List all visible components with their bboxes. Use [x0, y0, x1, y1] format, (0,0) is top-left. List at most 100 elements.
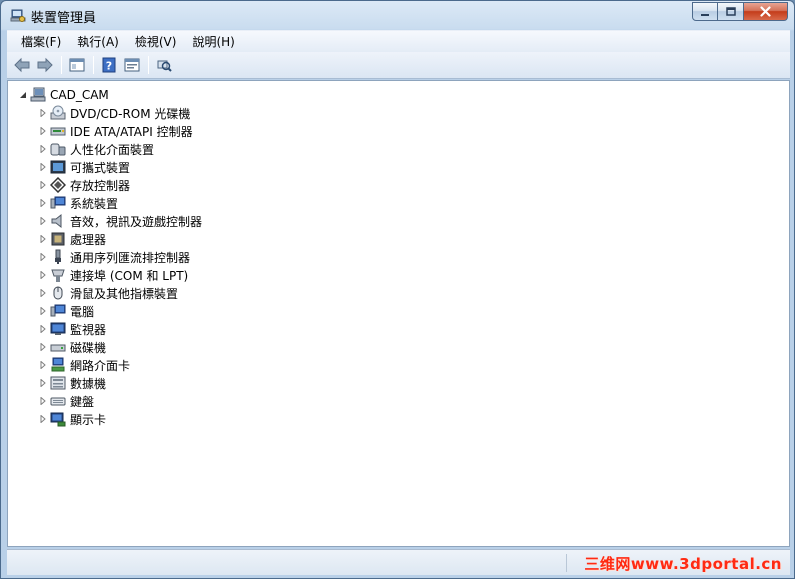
- tree-root[interactable]: CAD_CAM: [18, 86, 109, 104]
- item-label: 電腦: [70, 304, 95, 319]
- device-manager-icon: [10, 9, 26, 22]
- expand-arrow-icon[interactable]: [38, 216, 48, 226]
- window-title: 裝置管理員: [31, 11, 97, 26]
- item-label: 監視器: [70, 322, 107, 337]
- expand-arrow-icon[interactable]: [38, 126, 48, 136]
- title-bar[interactable]: 裝置管理員: [1, 1, 794, 29]
- computer-icon: [30, 87, 46, 102]
- tree-item-system[interactable]: 系統裝置: [38, 194, 118, 212]
- expand-arrow-icon[interactable]: [38, 396, 48, 406]
- maximize-icon: [725, 6, 736, 16]
- item-label: DVD/CD-ROM 光碟機: [70, 106, 191, 121]
- tree-item-hid[interactable]: 人性化介面裝置: [38, 140, 154, 158]
- svg-text:?: ?: [106, 60, 112, 73]
- back-arrow-icon: [14, 57, 30, 73]
- expand-arrow-icon[interactable]: [38, 198, 48, 208]
- menu-action[interactable]: 執行(A): [69, 32, 127, 52]
- network-adapter-icon: [51, 357, 65, 372]
- toolbar-separator: [148, 56, 149, 74]
- item-label: 通用序列匯流排控制器: [70, 250, 191, 265]
- storage-controller-icon: [50, 177, 66, 193]
- item-label: 可攜式裝置: [70, 160, 131, 175]
- tree-item-keyboards[interactable]: 鍵盤: [38, 392, 94, 410]
- system-device-icon: [50, 196, 66, 209]
- root-label: CAD_CAM: [50, 88, 109, 102]
- tree-item-ide-ata-atapi[interactable]: IDE ATA/ATAPI 控制器: [38, 122, 193, 140]
- toolbar-separator: [61, 56, 62, 74]
- expand-arrow-icon[interactable]: [38, 270, 48, 280]
- collapse-arrow-icon[interactable]: [18, 90, 28, 100]
- menu-file[interactable]: 檔案(F): [13, 32, 69, 52]
- expand-arrow-icon[interactable]: [38, 252, 48, 262]
- expand-arrow-icon[interactable]: [38, 378, 48, 388]
- forward-button[interactable]: [34, 54, 56, 76]
- help-icon: ?: [102, 57, 116, 73]
- tree-item-usb[interactable]: 通用序列匯流排控制器: [38, 248, 190, 266]
- device-manager-window: 裝置管理員 檔案(F) 執行(A) 檢視(V) 說明(H) ? CAD_CAM …: [0, 0, 795, 579]
- item-label: 數據機: [70, 376, 107, 391]
- tree-item-processor[interactable]: 處理器: [38, 230, 106, 248]
- expand-arrow-icon[interactable]: [38, 162, 48, 172]
- portable-device-icon: [50, 160, 66, 174]
- tree-item-dvd-cdrom[interactable]: DVD/CD-ROM 光碟機: [38, 104, 190, 122]
- tree-item-ports[interactable]: 連接埠 (COM 和 LPT): [38, 266, 188, 284]
- minimize-button[interactable]: [692, 2, 718, 21]
- item-label: 滑鼠及其他指標裝置: [70, 286, 179, 301]
- toolbar: ?: [7, 52, 790, 79]
- minimize-icon: [701, 13, 709, 16]
- item-label: 人性化介面裝置: [70, 142, 155, 157]
- tree-item-network[interactable]: 網路介面卡: [38, 356, 130, 374]
- toolbar-separator: [93, 56, 94, 74]
- device-tree[interactable]: CAD_CAM DVD/CD-ROM 光碟機 IDE ATA/ATAPI 控制器…: [7, 80, 790, 547]
- expand-arrow-icon[interactable]: [38, 288, 48, 298]
- ide-controller-icon: [50, 127, 66, 136]
- tree-item-portable[interactable]: 可攜式裝置: [38, 158, 130, 176]
- tree-item-disk-drives[interactable]: 磁碟機: [38, 338, 106, 356]
- processor-icon: [51, 232, 65, 246]
- menu-bar: 檔案(F) 執行(A) 檢視(V) 說明(H): [7, 30, 790, 52]
- tree-item-computer[interactable]: 電腦: [38, 302, 94, 320]
- tree-item-storage[interactable]: 存放控制器: [38, 176, 130, 194]
- status-bar: 三维网www.3dportal.cn: [7, 549, 790, 575]
- expand-arrow-icon[interactable]: [38, 342, 48, 352]
- forward-arrow-icon: [37, 57, 53, 73]
- mouse-icon: [53, 286, 63, 300]
- expand-arrow-icon[interactable]: [38, 306, 48, 316]
- expand-arrow-icon[interactable]: [38, 144, 48, 154]
- expand-arrow-icon[interactable]: [38, 360, 48, 370]
- port-connector-icon: [51, 269, 65, 282]
- back-button[interactable]: [11, 54, 33, 76]
- expand-arrow-icon[interactable]: [38, 414, 48, 424]
- close-icon: [760, 6, 771, 17]
- scan-hardware-button[interactable]: [153, 54, 175, 76]
- expand-arrow-icon[interactable]: [38, 234, 48, 244]
- scan-hardware-icon: [157, 60, 172, 72]
- item-label: 網路介面卡: [70, 358, 131, 373]
- tree-item-modems[interactable]: 數據機: [38, 374, 106, 392]
- close-button[interactable]: [744, 2, 788, 21]
- item-label: 系統裝置: [70, 196, 119, 211]
- hid-icon: [50, 143, 66, 156]
- maximize-button[interactable]: [718, 2, 744, 21]
- usb-icon: [55, 249, 61, 264]
- properties-button[interactable]: [121, 54, 143, 76]
- item-label: 存放控制器: [70, 178, 131, 193]
- tree-item-mice[interactable]: 滑鼠及其他指標裝置: [38, 284, 178, 302]
- tree-item-audio-video-game[interactable]: 音效，視訊及遊戲控制器: [38, 212, 202, 230]
- item-label: 顯示卡: [70, 412, 107, 427]
- item-label: IDE ATA/ATAPI 控制器: [70, 124, 193, 139]
- computer-icon: [50, 304, 66, 317]
- tree-item-display-adapters[interactable]: 顯示卡: [38, 410, 106, 428]
- menu-help[interactable]: 說明(H): [184, 32, 242, 52]
- expand-arrow-icon[interactable]: [38, 180, 48, 190]
- item-label: 處理器: [70, 232, 107, 247]
- help-button[interactable]: ?: [98, 54, 120, 76]
- caption-buttons: [692, 2, 788, 21]
- expand-arrow-icon[interactable]: [38, 108, 48, 118]
- item-label: 音效，視訊及遊戲控制器: [70, 214, 203, 229]
- display-adapter-icon: [50, 412, 66, 427]
- expand-arrow-icon[interactable]: [38, 324, 48, 334]
- menu-view[interactable]: 檢視(V): [127, 32, 185, 52]
- tree-item-monitors[interactable]: 監視器: [38, 320, 106, 338]
- show-hide-tree-button[interactable]: [66, 54, 88, 76]
